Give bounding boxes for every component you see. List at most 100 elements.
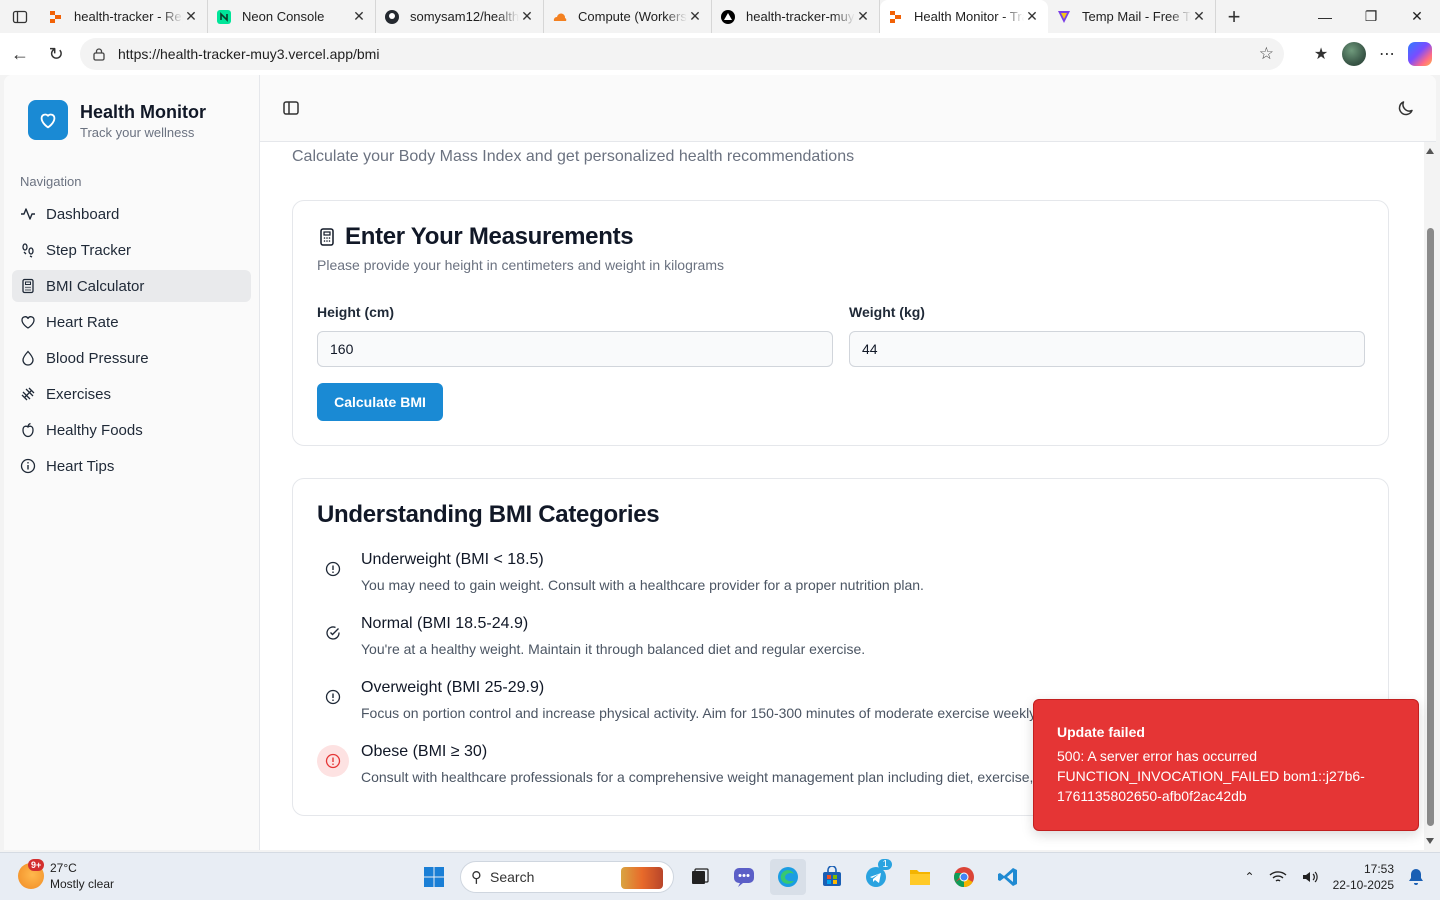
close-window-button[interactable]: ✕ — [1394, 0, 1440, 33]
alert-circle-icon — [317, 553, 349, 585]
chat-app-icon[interactable] — [726, 859, 762, 895]
chrome-icon[interactable] — [946, 859, 982, 895]
sidebar-item-healthy-foods[interactable]: Healthy Foods — [12, 414, 251, 446]
close-tab-icon[interactable]: ✕ — [519, 8, 535, 25]
windows-start-icon[interactable] — [416, 859, 452, 895]
tab-title: somysam12/health- — [410, 9, 519, 24]
browser-tab[interactable]: Compute (Workers) ✕ — [544, 0, 712, 33]
tab-actions-button[interactable] — [0, 0, 40, 33]
weight-input[interactable] — [849, 331, 1365, 367]
restore-button[interactable]: ❐ — [1348, 0, 1394, 33]
temperature: 27°C — [50, 861, 77, 875]
scroll-up-arrow-icon[interactable] — [1426, 148, 1434, 154]
info-icon — [20, 458, 36, 474]
sidebar: Health Monitor Track your wellness Navig… — [4, 75, 260, 850]
vscode-icon[interactable] — [990, 859, 1026, 895]
error-toast[interactable]: Update failed 500: A server error has oc… — [1033, 699, 1419, 831]
brand[interactable]: Health Monitor Track your wellness — [28, 100, 206, 140]
browser-toolbar-right: ★ ⋯ — [1306, 33, 1432, 75]
scroll-down-arrow-icon[interactable] — [1426, 838, 1434, 844]
minimize-button[interactable]: — — [1302, 0, 1348, 33]
notification-bell-icon[interactable] — [1408, 868, 1424, 886]
close-tab-icon[interactable]: ✕ — [1191, 8, 1207, 25]
sidebar-toggle-icon[interactable] — [282, 99, 300, 117]
profile-avatar[interactable] — [1342, 42, 1366, 66]
store-icon[interactable] — [814, 859, 850, 895]
close-tab-icon[interactable]: ✕ — [1024, 8, 1040, 25]
toast-line: FUNCTION_INVOCATION_FAILED bom1::j27b6- — [1057, 768, 1365, 784]
volume-icon[interactable] — [1301, 870, 1319, 884]
more-options-icon[interactable]: ⋯ — [1372, 39, 1402, 69]
droplet-icon — [22, 350, 34, 366]
browser-tab[interactable]: Health Monitor - Tra ✕ — [880, 0, 1048, 33]
calculator-icon — [320, 228, 334, 246]
apple-icon — [22, 422, 34, 438]
favorite-star-icon[interactable]: ☆ — [1259, 44, 1274, 64]
tab-title: health-tracker-muy3 — [746, 9, 855, 24]
sidebar-item-blood-pressure[interactable]: Blood Pressure — [12, 342, 251, 374]
browser-tab[interactable]: Neon Console ✕ — [208, 0, 376, 33]
brand-title: Health Monitor — [80, 101, 206, 122]
weather-widget[interactable]: 9+ 27°C Mostly clear — [18, 859, 114, 892]
new-tab-button[interactable]: + — [1216, 0, 1252, 33]
taskbar-search[interactable]: ⚲ Search — [460, 861, 674, 893]
weather-badge: 9+ — [28, 859, 45, 871]
bmi-category-name: Underweight (BMI < 18.5) — [361, 551, 544, 568]
calculate-bmi-button[interactable]: Calculate BMI — [317, 383, 443, 421]
tab-title: Compute (Workers) — [578, 9, 687, 24]
close-tab-icon[interactable]: ✕ — [183, 8, 199, 25]
file-explorer-icon[interactable] — [902, 859, 938, 895]
sidebar-item-step-tracker[interactable]: Step Tracker — [12, 234, 251, 266]
system-clock[interactable]: 17:53 22-10-2025 — [1333, 861, 1394, 893]
browser-tab[interactable]: health-tracker - Rep ✕ — [40, 0, 208, 33]
measurements-description: Please provide your height in centimeter… — [317, 257, 724, 273]
scroll-thumb[interactable] — [1427, 228, 1434, 826]
bmi-category-description: You may need to gain weight. Consult wit… — [361, 577, 924, 593]
activity-icon — [21, 208, 35, 220]
back-button[interactable]: ← — [2, 36, 38, 72]
sidebar-item-heart-tips[interactable]: Heart Tips — [12, 450, 251, 482]
measurements-title-text: Enter Your Measurements — [345, 223, 634, 250]
vercel-icon — [720, 9, 736, 25]
address-bar: ← ↻ https://health-tracker-muy3.vercel.a… — [0, 33, 1440, 75]
bmi-category-description: You're at a healthy weight. Maintain it … — [361, 641, 866, 657]
refresh-button[interactable]: ↻ — [38, 36, 74, 72]
favorites-icon[interactable]: ★ — [1306, 39, 1336, 69]
wifi-icon[interactable] — [1269, 870, 1287, 884]
toast-line: 500: A server error has occurred — [1057, 748, 1257, 764]
nav-section-label: Navigation — [20, 174, 82, 189]
close-tab-icon[interactable]: ✕ — [351, 8, 367, 25]
tab-actions-icon — [12, 10, 28, 23]
sidebar-item-dashboard[interactable]: Dashboard — [12, 198, 251, 230]
heart-logo-icon — [28, 100, 68, 140]
sidebar-item-heart-rate[interactable]: Heart Rate — [12, 306, 251, 338]
telegram-icon[interactable]: 1 — [858, 859, 894, 895]
github-icon — [384, 9, 400, 25]
close-tab-icon[interactable]: ✕ — [687, 8, 703, 25]
toast-body: 500: A server error has occurred FUNCTIO… — [1057, 746, 1395, 806]
site-info-icon[interactable] — [92, 47, 106, 61]
page-scrollbar[interactable] — [1424, 142, 1436, 850]
system-tray: ⌃ 17:53 22-10-2025 — [1245, 853, 1424, 900]
copilot-icon[interactable] — [1408, 42, 1432, 66]
close-tab-icon[interactable]: ✕ — [855, 8, 871, 25]
url-field[interactable]: https://health-tracker-muy3.vercel.app/b… — [80, 38, 1284, 70]
categories-title: Understanding BMI Categories — [317, 501, 660, 528]
browser-tab[interactable]: health-tracker-muy3 ✕ — [712, 0, 880, 33]
brand-subtitle: Track your wellness — [80, 124, 195, 140]
edge-browser-icon[interactable] — [770, 859, 806, 895]
replit-icon — [888, 9, 904, 25]
browser-tab-bar: health-tracker - Rep ✕ Neon Console ✕ somysa… — [0, 0, 1440, 33]
chevron-up-icon[interactable]: ⌃ — [1245, 870, 1255, 884]
toast-line: 1761135802650-afb0f2ac42db — [1057, 788, 1247, 804]
task-view-icon[interactable] — [682, 859, 718, 895]
url-text: https://health-tracker-muy3.vercel.app/b… — [118, 46, 380, 62]
top-bar — [260, 75, 1436, 142]
browser-tab[interactable]: somysam12/health- ✕ — [376, 0, 544, 33]
height-input[interactable] — [317, 331, 833, 367]
moon-icon[interactable] — [1396, 98, 1416, 118]
replit-icon — [48, 9, 64, 25]
sidebar-item-bmi-calculator[interactable]: BMI Calculator — [12, 270, 251, 302]
browser-tab[interactable]: Temp Mail - Free Te ✕ — [1048, 0, 1216, 33]
sidebar-item-exercises[interactable]: Exercises — [12, 378, 251, 410]
